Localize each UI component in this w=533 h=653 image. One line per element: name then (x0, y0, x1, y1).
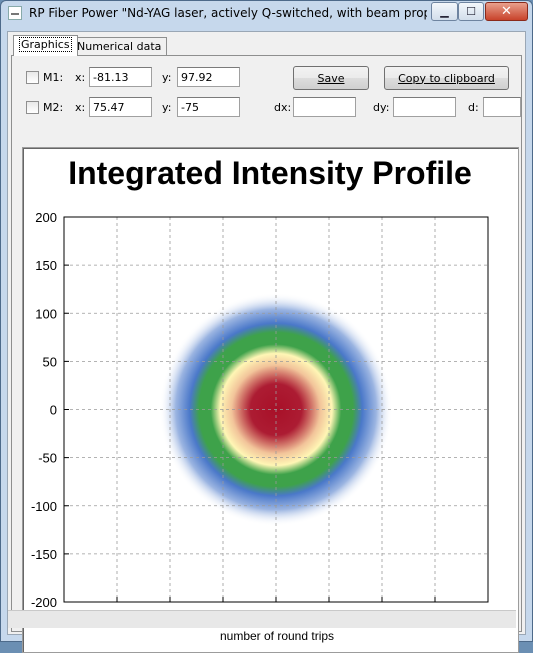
maximize-icon: ☐ (466, 5, 476, 18)
m2-label: M2: (43, 101, 64, 114)
y-tick-label: 100 (35, 306, 57, 321)
tab-numerical-data-label: Numerical data (77, 40, 162, 53)
m2-y-label: y: (162, 101, 172, 114)
d-label: d: (468, 101, 479, 114)
y-tick-label: 50 (43, 354, 57, 369)
window-title: RP Fiber Power "Nd-YAG laser, actively Q… (29, 6, 427, 20)
m2-y-field[interactable] (177, 97, 240, 117)
x-axis-label: number of round trips (220, 629, 334, 643)
d-field[interactable] (483, 97, 521, 117)
tab-numerical-data[interactable]: Numerical data (71, 37, 168, 55)
close-icon: ✕ (501, 4, 512, 19)
title-bar[interactable]: RP Fiber Power "Nd-YAG laser, actively Q… (1, 1, 532, 27)
tab-graphics-label: Graphics (19, 37, 72, 52)
dx-label: dx: (274, 101, 292, 114)
m1-x-field[interactable] (89, 67, 152, 87)
save-button-label: Save (317, 71, 345, 85)
app-icon (8, 6, 22, 20)
m2-checkbox[interactable] (26, 101, 39, 114)
m2-x-label: x: (75, 101, 86, 114)
m2-x-field[interactable] (89, 97, 152, 117)
save-button[interactable]: Save (293, 66, 369, 90)
y-tick-label: -50 (38, 451, 57, 466)
dy-field[interactable] (393, 97, 456, 117)
m1-y-label: y: (162, 71, 172, 84)
m1-x-label: x: (75, 71, 86, 84)
chart-title: Integrated Intensity Profile (68, 155, 472, 191)
copy-to-clipboard-button[interactable]: Copy to clipboard (384, 66, 509, 90)
m1-y-field[interactable] (177, 67, 240, 87)
app-window: RP Fiber Power "Nd-YAG laser, actively Q… (0, 0, 533, 653)
dx-field[interactable] (293, 97, 356, 117)
client-area: Graphics Numerical data M1: x: y: Save C… (7, 31, 526, 653)
y-tick-label: 200 (35, 210, 57, 225)
y-tick-label: 150 (35, 258, 57, 273)
dy-label: dy: (373, 101, 390, 114)
intensity-chart[interactable]: Integrated Intensity Profile -200 -150 -100… (23, 148, 518, 652)
horizontal-scrollbar[interactable] (8, 610, 516, 628)
close-button[interactable]: ✕ (485, 2, 528, 21)
minimize-button[interactable]: ▁ (431, 2, 458, 21)
y-tick-label: 0 (50, 403, 57, 418)
y-tick-label: -200 (31, 595, 57, 610)
y-tick-label: -100 (31, 499, 57, 514)
copy-button-label: Copy to clipboard (398, 71, 495, 85)
chart-panel: Integrated Intensity Profile -200 -150 -100… (22, 147, 519, 653)
y-tick-label: -150 (31, 547, 57, 562)
m1-checkbox[interactable] (26, 71, 39, 84)
graphics-tab-page: M1: x: y: Save Copy to clipboard M2: x: … (11, 55, 522, 653)
minimize-icon: ▁ (440, 5, 449, 18)
m1-label: M1: (43, 71, 64, 84)
tab-graphics[interactable]: Graphics (13, 35, 78, 56)
maximize-button[interactable]: ☐ (458, 2, 484, 21)
